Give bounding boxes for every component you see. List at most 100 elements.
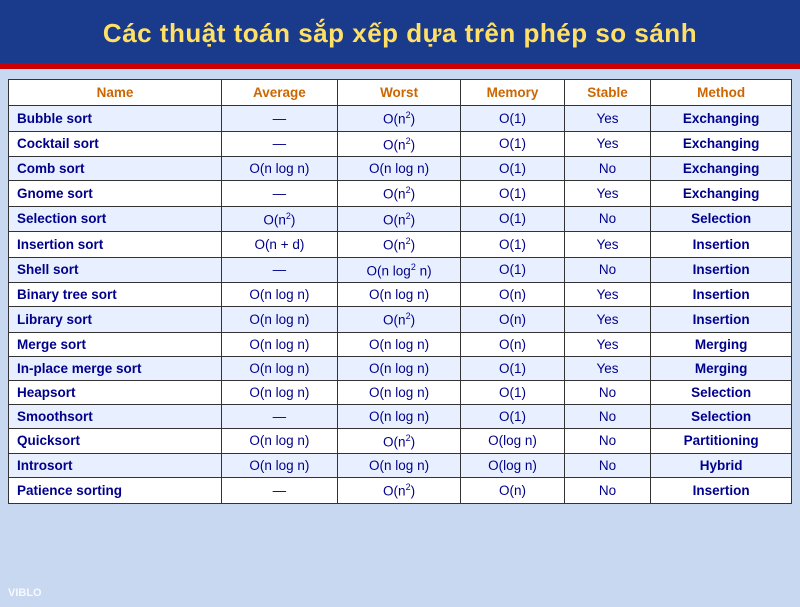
table-row: Patience sorting — O(n2) O(n) No Inserti…: [9, 478, 792, 504]
sorting-table: Name Average Worst Memory Stable Method …: [8, 79, 792, 504]
cell-average: O(n log n): [221, 307, 337, 333]
cell-worst: O(n2): [337, 428, 460, 454]
cell-memory: O(log n): [461, 428, 564, 454]
table-row: Introsort O(n log n) O(n log n) O(log n)…: [9, 454, 792, 478]
cell-name: In-place merge sort: [9, 356, 222, 380]
cell-average: O(n + d): [221, 232, 337, 258]
cell-average: O(n log n): [221, 157, 337, 181]
cell-name: Binary tree sort: [9, 283, 222, 307]
cell-name: Quicksort: [9, 428, 222, 454]
cell-method: Insertion: [651, 232, 792, 258]
cell-method: Insertion: [651, 307, 792, 333]
cell-memory: O(1): [461, 157, 564, 181]
cell-stable: Yes: [564, 181, 651, 207]
page-title: Các thuật toán sắp xếp dựa trên phép so …: [10, 18, 790, 49]
cell-memory: O(1): [461, 257, 564, 283]
cell-stable: Yes: [564, 283, 651, 307]
cell-method: Insertion: [651, 478, 792, 504]
table-row: Merge sort O(n log n) O(n log n) O(n) Ye…: [9, 332, 792, 356]
col-name: Name: [9, 80, 222, 106]
cell-method: Exchanging: [651, 106, 792, 132]
table-row: Bubble sort — O(n2) O(1) Yes Exchanging: [9, 106, 792, 132]
table-row: Insertion sort O(n + d) O(n2) O(1) Yes I…: [9, 232, 792, 258]
cell-stable: No: [564, 454, 651, 478]
watermark: VIBLO: [8, 587, 42, 599]
cell-average: —: [221, 106, 337, 132]
cell-worst: O(n2): [337, 478, 460, 504]
cell-worst: O(n log n): [337, 157, 460, 181]
cell-method: Selection: [651, 380, 792, 404]
cell-stable: Yes: [564, 131, 651, 157]
cell-average: O(n log n): [221, 454, 337, 478]
table-row: In-place merge sort O(n log n) O(n log n…: [9, 356, 792, 380]
table-row: Heapsort O(n log n) O(n log n) O(1) No S…: [9, 380, 792, 404]
cell-memory: O(log n): [461, 454, 564, 478]
cell-method: Selection: [651, 404, 792, 428]
table-row: Smoothsort — O(n log n) O(1) No Selectio…: [9, 404, 792, 428]
cell-method: Selection: [651, 206, 792, 232]
col-worst: Worst: [337, 80, 460, 106]
cell-worst: O(n2): [337, 131, 460, 157]
table-row: Binary tree sort O(n log n) O(n log n) O…: [9, 283, 792, 307]
cell-stable: Yes: [564, 232, 651, 258]
cell-name: Patience sorting: [9, 478, 222, 504]
cell-memory: O(n): [461, 332, 564, 356]
cell-memory: O(1): [461, 131, 564, 157]
cell-name: Heapsort: [9, 380, 222, 404]
cell-average: —: [221, 404, 337, 428]
cell-worst: O(n log n): [337, 380, 460, 404]
cell-name: Merge sort: [9, 332, 222, 356]
cell-average: O(n log n): [221, 356, 337, 380]
cell-worst: O(n log2 n): [337, 257, 460, 283]
cell-memory: O(1): [461, 380, 564, 404]
cell-average: O(n log n): [221, 332, 337, 356]
cell-method: Insertion: [651, 257, 792, 283]
cell-stable: No: [564, 380, 651, 404]
cell-average: —: [221, 257, 337, 283]
col-method: Method: [651, 80, 792, 106]
cell-worst: O(n log n): [337, 283, 460, 307]
cell-stable: No: [564, 206, 651, 232]
cell-memory: O(1): [461, 206, 564, 232]
table-row: Quicksort O(n log n) O(n2) O(log n) No P…: [9, 428, 792, 454]
cell-memory: O(1): [461, 404, 564, 428]
cell-name: Smoothsort: [9, 404, 222, 428]
cell-stable: Yes: [564, 332, 651, 356]
cell-name: Shell sort: [9, 257, 222, 283]
cell-name: Library sort: [9, 307, 222, 333]
cell-stable: No: [564, 257, 651, 283]
cell-name: Selection sort: [9, 206, 222, 232]
cell-method: Hybrid: [651, 454, 792, 478]
cell-method: Merging: [651, 356, 792, 380]
cell-average: O(n log n): [221, 283, 337, 307]
cell-memory: O(1): [461, 356, 564, 380]
cell-name: Comb sort: [9, 157, 222, 181]
cell-memory: O(n): [461, 478, 564, 504]
table-row: Library sort O(n log n) O(n2) O(n) Yes I…: [9, 307, 792, 333]
cell-average: O(n2): [221, 206, 337, 232]
cell-average: O(n log n): [221, 380, 337, 404]
cell-name: Cocktail sort: [9, 131, 222, 157]
cell-stable: No: [564, 404, 651, 428]
cell-method: Partitioning: [651, 428, 792, 454]
table-row: Cocktail sort — O(n2) O(1) Yes Exchangin…: [9, 131, 792, 157]
table-row: Comb sort O(n log n) O(n log n) O(1) No …: [9, 157, 792, 181]
cell-worst: O(n2): [337, 307, 460, 333]
cell-method: Exchanging: [651, 181, 792, 207]
cell-worst: O(n2): [337, 106, 460, 132]
cell-worst: O(n log n): [337, 332, 460, 356]
col-average: Average: [221, 80, 337, 106]
cell-method: Merging: [651, 332, 792, 356]
cell-memory: O(n): [461, 307, 564, 333]
cell-average: —: [221, 181, 337, 207]
cell-stable: No: [564, 478, 651, 504]
cell-name: Gnome sort: [9, 181, 222, 207]
cell-worst: O(n log n): [337, 404, 460, 428]
cell-stable: No: [564, 157, 651, 181]
table-container: Name Average Worst Memory Stable Method …: [0, 69, 800, 512]
cell-memory: O(1): [461, 106, 564, 132]
cell-stable: Yes: [564, 356, 651, 380]
cell-average: O(n log n): [221, 428, 337, 454]
cell-average: —: [221, 478, 337, 504]
cell-stable: Yes: [564, 106, 651, 132]
